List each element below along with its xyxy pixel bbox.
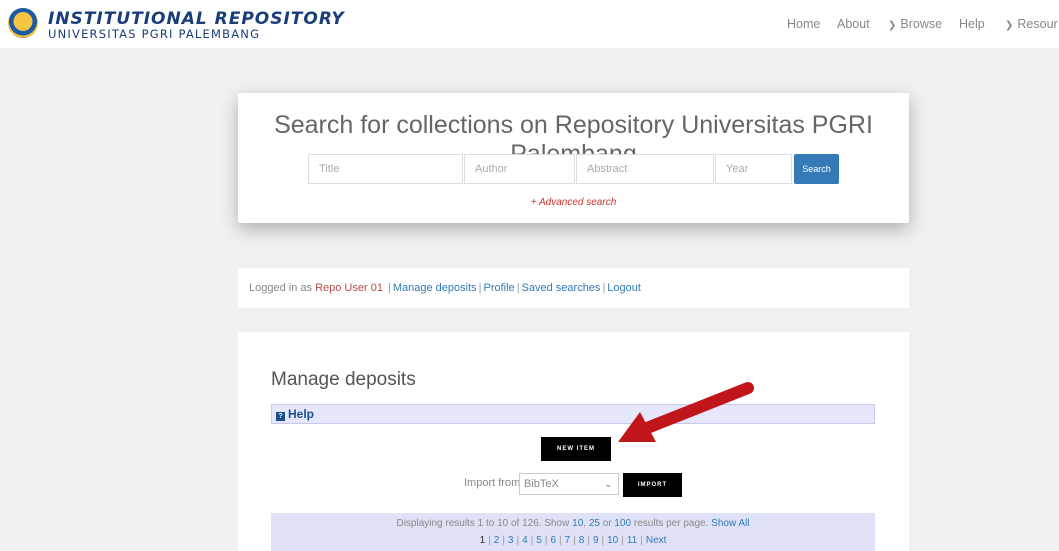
title-input[interactable]: Title <box>308 154 463 184</box>
help-label: Help <box>288 407 315 421</box>
per-page-10-link[interactable]: 10 <box>572 518 583 529</box>
page-current: 1 <box>479 535 486 546</box>
logo-subtitle[interactable]: UNIVERSITAS PGRI PALEMBANG <box>48 27 260 41</box>
import-button[interactable]: IMPORT <box>623 473 682 497</box>
page-link[interactable]: 2 <box>494 535 500 546</box>
nav-about[interactable]: About <box>837 17 870 31</box>
advanced-search-link[interactable]: + Advanced search <box>238 197 909 208</box>
page-link[interactable]: 10 <box>607 535 618 546</box>
show-all-link[interactable]: Show All <box>711 518 749 529</box>
results-text: Displaying results 1 to 10 of 126. Show <box>396 518 570 529</box>
help-icon: ? <box>276 412 285 421</box>
page-link[interactable]: 11 <box>627 535 637 546</box>
manage-deposits-link[interactable]: Manage deposits <box>393 282 477 294</box>
page-link[interactable]: 9 <box>593 535 599 546</box>
import-format-value: BibTeX <box>524 478 559 490</box>
chevron-down-icon: ⌄ <box>604 479 612 489</box>
year-input[interactable]: Year <box>715 154 792 184</box>
login-status-bar: Logged in as Repo User 01 | Manage deposi… <box>238 268 909 308</box>
logout-link[interactable]: Logout <box>607 282 641 294</box>
logo-title[interactable]: INSTITUTIONAL REPOSITORY <box>48 9 345 29</box>
separator: | <box>516 282 520 294</box>
chevron-down-icon: ❯ <box>1005 20 1014 31</box>
per-page-100-link[interactable]: 100 <box>614 518 631 529</box>
page-link[interactable]: 8 <box>579 535 585 546</box>
search-button[interactable]: Search <box>794 154 839 184</box>
separator: | <box>388 282 391 294</box>
import-format-select[interactable]: BibTeX ⌄ <box>519 473 619 495</box>
results-per-page-text: results per page. <box>633 518 709 529</box>
page-link[interactable]: 6 <box>550 535 556 546</box>
nav-browse-label: Browse <box>900 17 943 31</box>
arrow-shaft <box>636 382 754 436</box>
login-prefix: Logged in as <box>249 282 312 294</box>
pagination: 1 | 2 | 3 | 4 | 5 | 6 | 7 | 8 | 9 | 10 | 11 | Next <box>479 535 667 546</box>
results-summary: Displaying results 1 to 10 of 126. Show … <box>271 513 875 551</box>
top-header: INSTITUTIONAL REPOSITORY UNIVERSITAS PGR… <box>0 0 1059 48</box>
import-label: Import from <box>464 477 521 489</box>
page-link[interactable]: 3 <box>508 535 514 546</box>
next-page-link[interactable]: Next <box>646 535 667 546</box>
results-or: or <box>602 518 612 529</box>
abstract-input[interactable]: Abstract <box>576 154 714 184</box>
page-title: Manage deposits <box>271 369 416 390</box>
separator: | <box>478 282 482 294</box>
separator: | <box>602 282 606 294</box>
nav-home[interactable]: Home <box>787 17 820 31</box>
page-link[interactable]: 7 <box>565 535 571 546</box>
annotation-arrow-icon <box>618 382 754 442</box>
page-link[interactable]: 4 <box>522 535 528 546</box>
help-toggle[interactable]: ? Help <box>271 404 875 424</box>
saved-searches-link[interactable]: Saved searches <box>522 282 601 294</box>
author-input[interactable]: Author <box>464 154 575 184</box>
nav-help[interactable]: Help <box>959 17 985 31</box>
university-logo-icon[interactable] <box>8 8 38 38</box>
search-card: Search for collections on Repository Uni… <box>238 93 909 223</box>
results-count-line: Displaying results 1 to 10 of 126. Show … <box>396 518 750 529</box>
nav-resources[interactable]: ❯ Resour <box>1005 17 1058 31</box>
logged-in-user[interactable]: Repo User 01 <box>315 282 383 294</box>
page-link[interactable]: 5 <box>536 535 542 546</box>
chevron-down-icon: ❯ <box>888 20 897 31</box>
nav-resources-label: Resour <box>1017 17 1058 31</box>
manage-deposits-card: Manage deposits ? Help NEW ITEM Import fr… <box>238 332 909 551</box>
nav-browse[interactable]: ❯ Browse <box>888 17 942 31</box>
per-page-25-link[interactable]: 25 <box>589 518 600 529</box>
profile-link[interactable]: Profile <box>484 282 515 294</box>
